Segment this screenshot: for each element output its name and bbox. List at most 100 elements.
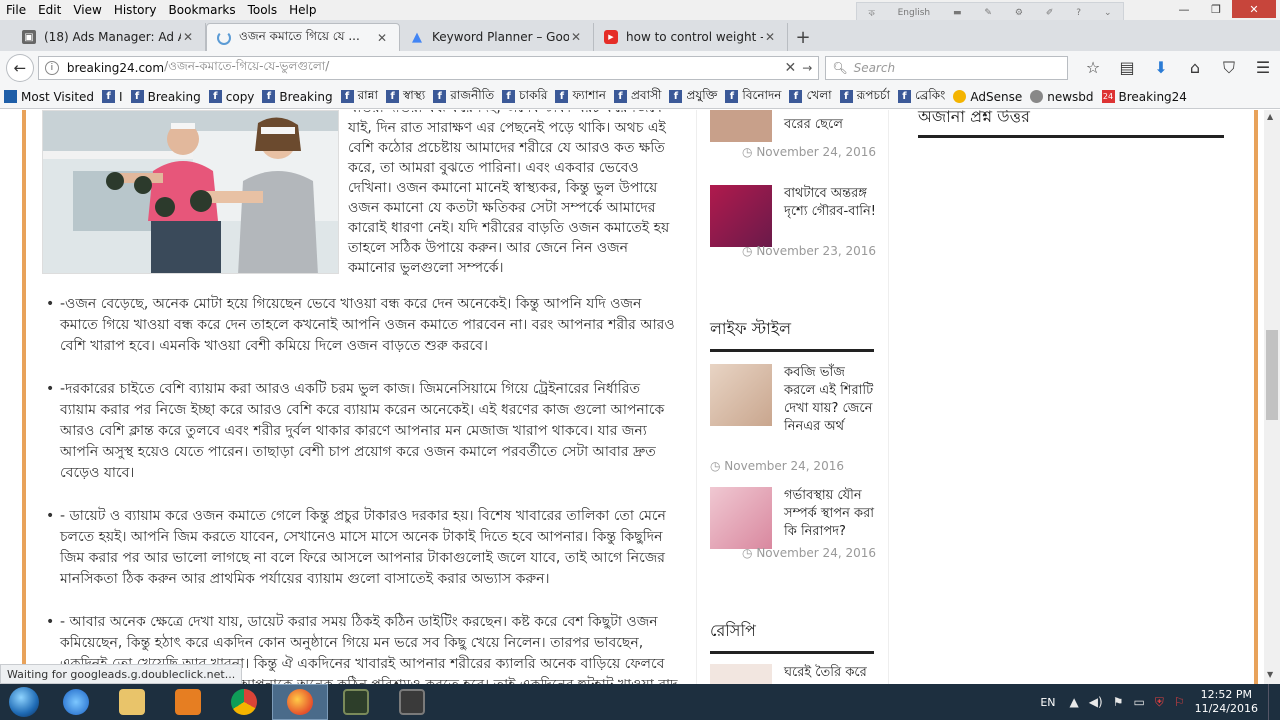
taskbar-app-1[interactable] [328,684,384,720]
taskbar-chrome[interactable] [216,684,272,720]
facebook-icon: f [555,90,569,103]
tab-close-icon[interactable]: ✕ [181,30,195,44]
tab-bar: ▣ (18) Ads Manager: Ad Acc... ✕ ওজন কমাত… [0,20,1280,51]
restore-button[interactable]: ❐ [1200,0,1232,18]
bookmark-item[interactable]: fI [102,90,123,104]
post-thumbnail[interactable] [710,110,772,142]
bookmark-item[interactable]: f Breaking [262,89,333,104]
post-thumbnail[interactable] [710,664,772,685]
menu-help[interactable]: Help [283,3,322,17]
bookmark-item[interactable]: f চাকরি [502,87,547,107]
bookmark-item[interactable]: f রাজনীতি [433,87,494,107]
bookmark-item[interactable]: f প্রবাসী [613,87,661,107]
bookmark-item[interactable]: Most Visited [4,90,94,104]
close-window-button[interactable]: ✕ [1232,0,1276,18]
bookmark-label: AdSense [970,89,1023,104]
settings-icon: ⚙ [1014,8,1023,18]
minimize-button[interactable]: — [1168,0,1200,18]
taskbar-firefox[interactable] [272,684,328,720]
internet-explorer-icon [63,689,89,715]
home-icon[interactable]: ⌂ [1178,58,1212,78]
menu-file[interactable]: File [0,3,32,17]
security-icon[interactable]: ⛨ [1155,695,1164,710]
scroll-thumb[interactable] [1266,330,1278,420]
windows-logo-icon [9,687,39,717]
menu-history[interactable]: History [108,3,163,17]
post-title[interactable]: ঘরেই তৈরি করে [784,664,876,682]
bookmark-item[interactable]: f খেলা [789,87,832,107]
navigation-bar: ← i breaking24.com /ওজন-কমাতে-গিয়ে-যে-ভ… [0,51,1280,85]
post-thumbnail[interactable] [710,185,772,247]
bookmark-item[interactable]: newsbd [1030,90,1094,104]
clock-icon: ◷ [742,145,757,159]
bookmark-star-icon[interactable]: ☆ [1076,58,1110,78]
bookmark-item[interactable]: f রান্না [340,87,378,107]
bookmark-item[interactable]: f copy [208,89,255,104]
go-arrow-icon[interactable]: → [802,61,812,75]
action-center-icon[interactable]: ⚑ [1113,695,1124,709]
bookmark-item[interactable]: f স্বাস্থ্য [386,87,425,107]
menu-tools[interactable]: Tools [242,3,284,17]
page-content: খাওয়া দাওয়া বন্ধ করে দিই, অনেক টাকা খর… [0,110,1280,685]
menu-hamburger-icon[interactable]: ☰ [1246,58,1280,78]
show-desktop-button[interactable] [1268,684,1280,720]
bookmark-label: Breaking [147,89,201,104]
bookmark-item[interactable]: f Breaking [130,89,201,104]
reading-list-icon[interactable]: ▤ [1110,58,1144,78]
taskbar-media[interactable] [160,684,216,720]
taskbar-ie[interactable] [48,684,104,720]
search-input[interactable]: 🔍︎ Search [825,56,1068,80]
bookmark-label: রূপচর্চা [856,87,890,102]
post-title[interactable]: বাথটাবে অন্তরঙ্গ দৃশ্যে গৌরব-বানি! [784,185,876,221]
tab-close-icon[interactable]: ✕ [569,30,583,44]
bookmark-item[interactable]: f বিনোদন [725,87,781,107]
page-scrollbar[interactable]: ▲ ▼ [1264,110,1280,685]
post-thumbnail[interactable] [710,487,772,549]
tab-article[interactable]: ওজন কমাতে গিয়ে যে ... ✕ [206,23,400,51]
app-icon [343,689,369,715]
bookmark-item[interactable]: f রূপচর্চা [839,87,890,107]
url-bar[interactable]: i breaking24.com /ওজন-কমাতে-গিয়ে-যে-ভুল… [37,56,820,80]
bookmark-item[interactable]: f ফ্যাশান [555,87,606,107]
new-tab-button[interactable]: + [788,23,818,51]
bookmark-item[interactable]: f প্রযুক্তি [669,87,717,107]
taskbar-explorer[interactable] [104,684,160,720]
bookmark-label: I [119,89,123,104]
pocket-icon[interactable]: ⛉ [1212,58,1246,78]
downloads-icon[interactable]: ⬇ [1144,58,1178,78]
tab-close-icon[interactable]: ✕ [375,31,389,45]
bookmark-item[interactable]: f ব্রেকিং [897,87,945,107]
bookmark-label: Breaking [279,89,333,104]
clock-icon: ◷ [742,244,757,258]
clock[interactable]: 12:52 PM 11/24/2016 [1195,688,1258,716]
menu-bookmarks[interactable]: Bookmarks [163,3,242,17]
stop-loading-icon[interactable]: ✕ [785,60,797,76]
bookmark-label: রাজনীতি [450,87,495,102]
post-title[interactable]: বরের ছেলে [784,116,876,134]
tab-keyword-planner[interactable]: ▲ Keyword Planner – Google ... ✕ [400,23,594,51]
network-icon[interactable]: ▭ [1133,695,1144,709]
flag-icon[interactable]: ⚐ [1174,695,1185,709]
menu-edit[interactable]: Edit [32,3,67,17]
column-divider [696,110,697,685]
scroll-down-icon[interactable]: ▼ [1267,670,1273,679]
taskbar-app-2[interactable] [384,684,440,720]
scroll-up-icon[interactable]: ▲ [1267,112,1273,121]
volume-icon[interactable]: ◀) [1089,695,1103,709]
bookmark-label: copy [225,89,255,104]
bookmark-item[interactable]: AdSense [953,90,1022,104]
site-info-icon[interactable]: i [44,61,59,75]
input-language[interactable]: EN [1040,696,1055,709]
menu-view[interactable]: View [67,3,107,17]
back-button[interactable]: ← [6,54,34,82]
facebook-icon: f [897,90,911,103]
tab-ads-manager[interactable]: ▣ (18) Ads Manager: Ad Acc... ✕ [12,23,206,51]
post-title[interactable]: গর্ভাবস্থায় যৌন সম্পর্ক স্থাপন করা কি ন… [784,487,876,541]
post-title[interactable]: কবজি ভাঁজ করলে এই শিরাটি দেখা যায়? জেনে… [710,364,876,436]
start-button[interactable] [0,684,48,720]
tab-youtube[interactable]: ▶ how to control weight - Yo... ✕ [594,23,788,51]
tab-close-icon[interactable]: ✕ [763,30,777,44]
bookmark-item[interactable]: 24 Breaking24 [1101,90,1187,104]
tray-expand-icon[interactable]: ▲ [1070,695,1079,709]
bookmark-label: ফ্যাশান [572,87,606,102]
